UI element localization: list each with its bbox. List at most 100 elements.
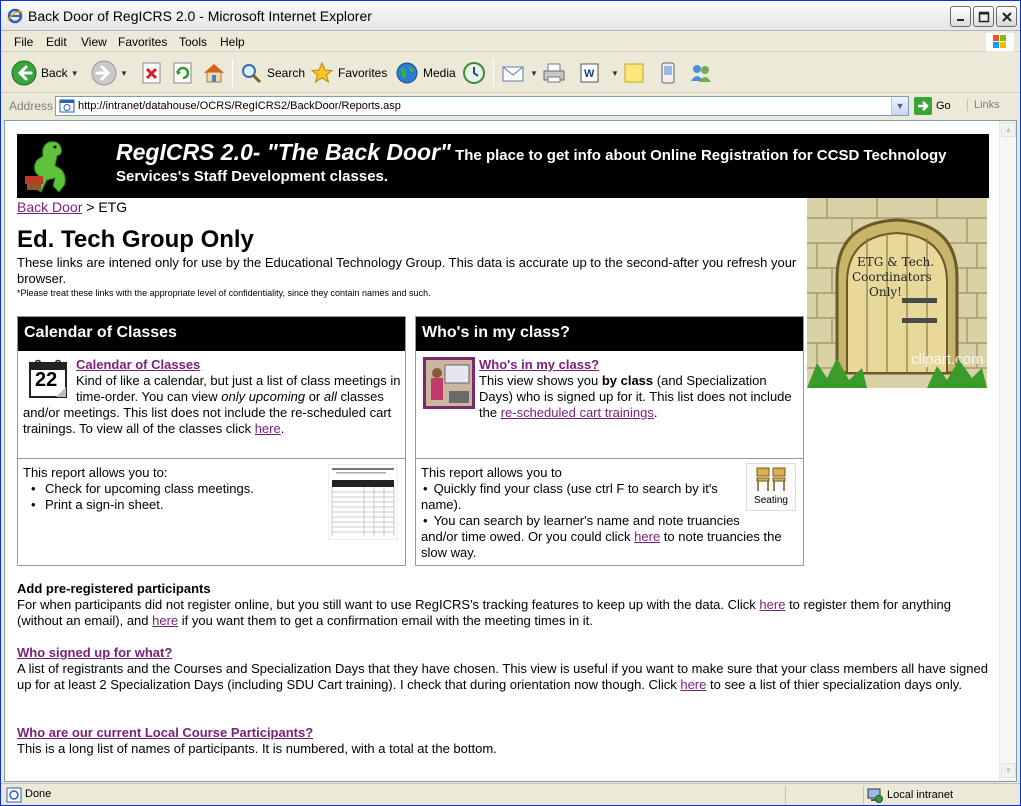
address-url: http://intranet/datahouse/OCRS/RegICRS2/… — [78, 100, 401, 112]
refresh-icon — [173, 62, 192, 84]
current-participants-link[interactable]: Who are our current Local Course Partici… — [17, 725, 313, 740]
search-button[interactable]: Search — [239, 59, 305, 87]
class-panel: Who's in my class? Who's in my class? Th… — [415, 316, 804, 566]
note-icon — [624, 63, 644, 83]
star-icon — [310, 61, 334, 84]
close-button[interactable] — [996, 6, 1017, 27]
stone-door-clipart: ETG & Tech. Coordinators Only! clipart.c… — [807, 198, 987, 388]
preregistered-section: Add pre-registered participants For when… — [17, 581, 992, 629]
chevron-down-icon[interactable]: ▼ — [530, 69, 538, 78]
dinosaur-logo-icon — [19, 136, 79, 196]
breadcrumb-back-door-link[interactable]: Back Door — [17, 199, 82, 215]
go-button[interactable]: Go — [914, 97, 951, 115]
calendar-of-classes-link[interactable]: Calendar of Classes — [76, 357, 200, 372]
menu-view[interactable]: View — [81, 35, 107, 49]
class-panel-heading: Who's in my class? — [416, 317, 803, 351]
menu-favorites[interactable]: Favorites — [118, 35, 167, 49]
class-panel-bottom: This report allows you to • Quickly find … — [416, 460, 803, 565]
favorites-button[interactable]: Favorites — [310, 59, 387, 87]
zone-label: Local intranet — [887, 789, 954, 801]
rescheduled-cart-trainings-link[interactable]: re-scheduled cart trainings — [501, 405, 654, 420]
signed-up-text-2: to see a list of thier specialization da… — [706, 677, 962, 692]
register-with-email-link[interactable]: here — [152, 613, 178, 628]
class-report-intro: This report allows you to — [421, 465, 562, 480]
breadcrumb-current: ETG — [98, 199, 128, 215]
scroll-down-button[interactable]: ▼ — [1001, 763, 1016, 778]
prereg-text-1: For when participants did not register o… — [17, 597, 760, 612]
discuss-button[interactable] — [622, 59, 646, 87]
menu-help[interactable]: Help — [220, 35, 245, 49]
whos-in-my-class-link[interactable]: Who's in my class? — [479, 357, 599, 372]
status-divider — [785, 786, 786, 804]
go-arrow-icon — [914, 97, 932, 115]
calendar-panel: Calendar of Classes 22 Calendar of Class… — [17, 316, 406, 566]
media-button[interactable]: Media — [395, 59, 456, 87]
calendar-panel-bottom: This report allows you to: Check for upc… — [18, 460, 405, 565]
status-bar: Done Local intranet — [1, 783, 1020, 805]
scroll-up-button[interactable]: ▲ — [1001, 122, 1016, 137]
messenger-button[interactable] — [688, 59, 714, 87]
prereg-text-3: if you want them to get a confirmation e… — [178, 613, 593, 628]
calendar-panel-heading: Calendar of Classes — [18, 317, 405, 351]
refresh-button[interactable] — [172, 59, 194, 87]
classroom-photo — [423, 357, 475, 409]
class-desc-3: . — [653, 405, 658, 420]
chevron-down-icon[interactable]: ▼ — [71, 69, 79, 78]
minimize-button[interactable] — [950, 6, 971, 27]
sign-text-3: Only! — [869, 285, 902, 299]
status-text: Done — [25, 788, 52, 800]
print-button[interactable] — [541, 59, 567, 87]
browser-window: Back Door of RegICRS 2.0 - Microsoft Int… — [0, 0, 1021, 806]
class-panel-top: Who's in my class? This view shows you b… — [416, 351, 803, 459]
truancies-here-link[interactable]: here — [634, 529, 660, 544]
participants-section: Who are our current Local Course Partici… — [17, 725, 992, 757]
menu-edit[interactable]: Edit — [46, 35, 67, 49]
breadcrumb: Back Door > ETG — [17, 199, 127, 215]
page-content: RegICRS 2.0- "The Back Door" The place t… — [4, 120, 1017, 782]
back-button[interactable]: Back ▼ — [11, 59, 79, 87]
media-globe-icon — [396, 62, 418, 84]
forward-button[interactable]: ▼ — [91, 59, 128, 87]
seating-button[interactable]: Seating — [746, 463, 796, 511]
menu-file[interactable]: File — [14, 35, 33, 49]
confidentiality-note: *Please treat these links with the appro… — [17, 288, 431, 298]
intro-text: These links are intened only for use by … — [17, 255, 797, 286]
go-label: Go — [936, 100, 951, 112]
address-dropdown-button[interactable]: ▼ — [891, 97, 908, 115]
toolbar-separator — [232, 59, 233, 87]
address-bar: Address http://intranet/datahouse/OCRS/R… — [1, 94, 1020, 118]
all-classes-here-link[interactable]: here — [255, 421, 281, 436]
home-icon — [204, 64, 224, 83]
history-button[interactable] — [462, 59, 486, 87]
calendar-report-intro: This report allows you to: — [23, 465, 168, 480]
list-item: Check for upcoming class meetings. — [23, 481, 323, 497]
close-icon — [1002, 12, 1012, 22]
history-icon — [463, 62, 485, 84]
messenger-device-button[interactable] — [657, 59, 679, 87]
clipart-watermark: clipart.com — [911, 351, 984, 368]
specialization-days-here-link[interactable]: here — [680, 677, 706, 692]
calendar-panel-top: 22 Calendar of Classes Kind of like a ca… — [18, 351, 405, 459]
calendar-description: Calendar of Classes Kind of like a calen… — [23, 357, 401, 437]
edit-button[interactable]: W ▼ — [579, 59, 619, 87]
stop-button[interactable] — [141, 59, 163, 87]
sign-text-1: ETG & Tech. — [857, 255, 934, 269]
ie-icon — [7, 8, 23, 24]
chevron-down-icon[interactable]: ▼ — [611, 69, 619, 78]
menu-tools[interactable]: Tools — [179, 35, 207, 49]
who-signed-up-link[interactable]: Who signed up for what? — [17, 645, 172, 660]
seating-label: Seating — [754, 495, 788, 506]
maximize-button[interactable] — [973, 6, 994, 27]
mail-button[interactable]: ▼ — [501, 59, 538, 87]
maximize-icon — [978, 11, 990, 23]
status-divider — [863, 786, 864, 804]
vertical-scrollbar[interactable]: ▲ ▼ — [999, 121, 1016, 781]
address-input[interactable]: http://intranet/datahouse/OCRS/RegICRS2/… — [55, 96, 909, 116]
home-button[interactable] — [202, 59, 226, 87]
messenger-people-icon — [691, 65, 711, 82]
links-toolbar[interactable]: Links — [967, 99, 1000, 111]
register-without-email-link[interactable]: here — [759, 597, 785, 612]
toolbar: Back ▼ ▼ Search Favorites Media ▼ W ▼ — [1, 53, 1020, 93]
search-label: Search — [267, 66, 306, 80]
chevron-down-icon[interactable]: ▼ — [120, 69, 128, 78]
